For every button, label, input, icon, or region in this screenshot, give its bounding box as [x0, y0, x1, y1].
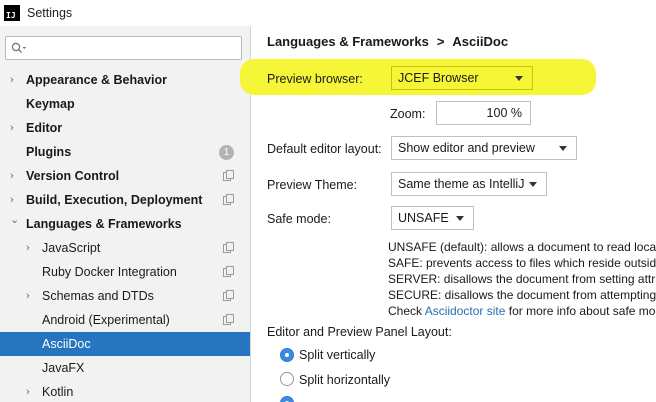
sidebar-item-label: AsciiDoc	[42, 337, 91, 351]
safe-mode-desc-safe: SAFE: prevents access to files which res…	[388, 256, 656, 270]
sidebar-item-label: Keymap	[26, 97, 75, 111]
sidebar-item-javafx[interactable]: JavaFX	[0, 356, 250, 380]
sidebar-item-editor[interactable]: › Editor	[0, 116, 250, 140]
safe-mode-label: Safe mode:	[267, 212, 331, 226]
chevron-right-icon[interactable]: ›	[26, 243, 36, 254]
sidebar-item-label: Android (Experimental)	[42, 313, 170, 327]
safe-mode-dropdown[interactable]: UNSAFE	[391, 206, 474, 230]
sidebar-item-plugins[interactable]: Plugins 1	[0, 140, 250, 164]
default-editor-layout-value: Show editor and preview	[398, 141, 535, 155]
sidebar-item-appearance-behavior[interactable]: › Appearance & Behavior	[0, 68, 250, 92]
default-editor-layout-dropdown[interactable]: Show editor and preview	[391, 136, 577, 160]
search-input[interactable]	[30, 40, 235, 56]
preview-browser-dropdown[interactable]: JCEF Browser	[391, 66, 533, 90]
sidebar-item-javascript[interactable]: › JavaScript	[0, 236, 250, 260]
zoom-label: Zoom:	[390, 107, 426, 121]
chevron-down-icon	[559, 146, 567, 151]
chevron-right-icon[interactable]: ›	[10, 123, 20, 134]
sidebar-item-label: Languages & Frameworks	[26, 217, 182, 231]
check-prefix: Check	[388, 304, 423, 318]
chevron-right-icon[interactable]: ›	[26, 291, 36, 302]
chevron-right-icon[interactable]: ›	[26, 387, 36, 398]
layout-option-radio[interactable]	[280, 396, 294, 402]
chevron-down-icon[interactable]: ⌄	[10, 215, 20, 226]
breadcrumb-current: AsciiDoc	[452, 34, 509, 49]
sidebar-item-label: Kotlin	[42, 385, 74, 399]
search-icon	[11, 42, 26, 53]
panel-layout-label: Editor and Preview Panel Layout:	[267, 325, 452, 339]
preview-browser-label: Preview browser:	[267, 72, 363, 86]
sidebar-item-label: Editor	[26, 121, 63, 135]
sidebar-item-kotlin[interactable]: › Kotlin	[0, 380, 250, 402]
sidebar-item-label: JavaScript	[42, 241, 101, 255]
split-horizontally-radio[interactable]	[280, 372, 294, 386]
safe-mode-desc-server: SERVER: disallows the document from sett…	[388, 272, 656, 286]
project-settings-icon	[223, 314, 234, 325]
safe-mode-desc-secure: SECURE: disallows the document from atte…	[388, 288, 656, 302]
zoom-value: 100 %	[486, 106, 522, 120]
chevron-right-icon[interactable]: ›	[10, 171, 20, 182]
project-settings-icon	[223, 266, 234, 277]
chevron-down-icon	[515, 76, 523, 81]
settings-content: Languages & Frameworks > AsciiDoc Preview …	[240, 26, 656, 402]
project-settings-icon	[223, 194, 234, 205]
intellij-icon: IJ	[4, 5, 20, 21]
sidebar-item-label: Build, Execution, Deployment	[26, 193, 203, 207]
settings-sidebar: › Appearance & Behavior Keymap › Editor Plugi…	[0, 26, 251, 402]
preview-theme-label: Preview Theme:	[267, 178, 358, 192]
sidebar-item-label: Schemas and DTDs	[42, 289, 154, 303]
safe-mode-desc-unsafe: UNSAFE (default): allows a document to r…	[388, 240, 656, 254]
asciidoctor-site-link[interactable]: Asciidoctor site	[425, 304, 506, 318]
split-vertically-radio[interactable]	[280, 348, 294, 362]
breadcrumb: Languages & Frameworks > AsciiDoc	[267, 34, 509, 49]
sidebar-item-version-control[interactable]: › Version Control	[0, 164, 250, 188]
preview-theme-dropdown[interactable]: Same theme as IntelliJ	[391, 172, 547, 196]
project-settings-icon	[223, 170, 234, 181]
project-settings-icon	[223, 290, 234, 301]
sidebar-item-label: Plugins	[26, 145, 72, 159]
default-editor-layout-label: Default editor layout:	[267, 142, 382, 156]
check-suffix: for more info about safe mo	[508, 304, 656, 318]
project-settings-icon	[223, 242, 234, 253]
sidebar-item-android-experimental[interactable]: Android (Experimental)	[0, 308, 250, 332]
safe-mode-desc-check: Check Asciidoctor site for more info abo…	[388, 304, 655, 318]
window-title: Settings	[27, 6, 73, 20]
chevron-down-icon	[529, 182, 537, 187]
preview-theme-value: Same theme as IntelliJ	[398, 177, 525, 191]
chevron-down-icon	[456, 216, 464, 221]
zoom-field[interactable]: 100 %	[436, 101, 531, 125]
sidebar-item-label: JavaFX	[42, 361, 85, 375]
settings-search-box[interactable]	[5, 36, 242, 60]
breadcrumb-parent[interactable]: Languages & Frameworks	[267, 34, 429, 49]
sidebar-item-label: Ruby Docker Integration	[42, 265, 177, 279]
sidebar-item-asciidoc[interactable]: AsciiDoc	[0, 332, 250, 356]
split-horizontally-label[interactable]: Split horizontally	[299, 373, 390, 387]
sidebar-item-ruby-docker-integration[interactable]: Ruby Docker Integration	[0, 260, 250, 284]
safe-mode-value: UNSAFE	[398, 211, 449, 225]
update-count-badge: 1	[219, 145, 234, 160]
chevron-right-icon[interactable]: ›	[10, 195, 20, 206]
sidebar-item-schemas-and-dtds[interactable]: › Schemas and DTDs	[0, 284, 250, 308]
split-vertically-label[interactable]: Split vertically	[299, 348, 375, 362]
chevron-right-icon[interactable]: ›	[10, 75, 20, 86]
title-bar: IJ Settings	[0, 0, 656, 26]
sidebar-item-languages-frameworks[interactable]: ⌄ Languages & Frameworks	[0, 212, 250, 236]
preview-browser-value: JCEF Browser	[398, 71, 479, 85]
sidebar-item-label: Version Control	[26, 169, 120, 183]
sidebar-item-label: Appearance & Behavior	[26, 73, 168, 87]
sidebar-item-keymap[interactable]: Keymap	[0, 92, 250, 116]
sidebar-item-build-execution-deployment[interactable]: › Build, Execution, Deployment	[0, 188, 250, 212]
